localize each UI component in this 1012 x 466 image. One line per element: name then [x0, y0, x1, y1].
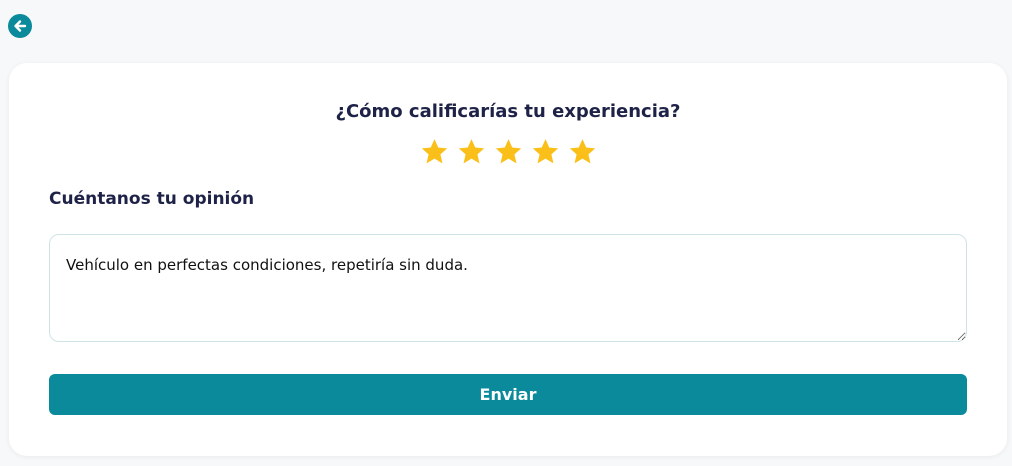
- star-icon-4[interactable]: [531, 137, 560, 166]
- star-icon-1[interactable]: [420, 137, 449, 166]
- rating-question: ¿Cómo calificarías tu experiencia?: [335, 101, 681, 122]
- opinion-textarea[interactable]: Vehículo en perfectas condiciones, repet…: [49, 234, 967, 342]
- arrow-left-icon: [14, 20, 27, 32]
- submit-button[interactable]: Enviar: [49, 374, 967, 415]
- opinion-label: Cuéntanos tu opinión: [49, 189, 255, 209]
- star-icon-3[interactable]: [494, 137, 523, 166]
- star-rating[interactable]: [9, 137, 1007, 166]
- back-button[interactable]: [8, 14, 32, 38]
- star-icon-2[interactable]: [457, 137, 486, 166]
- rating-card: ¿Cómo calificarías tu experiencia? Cuént…: [9, 63, 1007, 456]
- star-icon-5[interactable]: [568, 137, 597, 166]
